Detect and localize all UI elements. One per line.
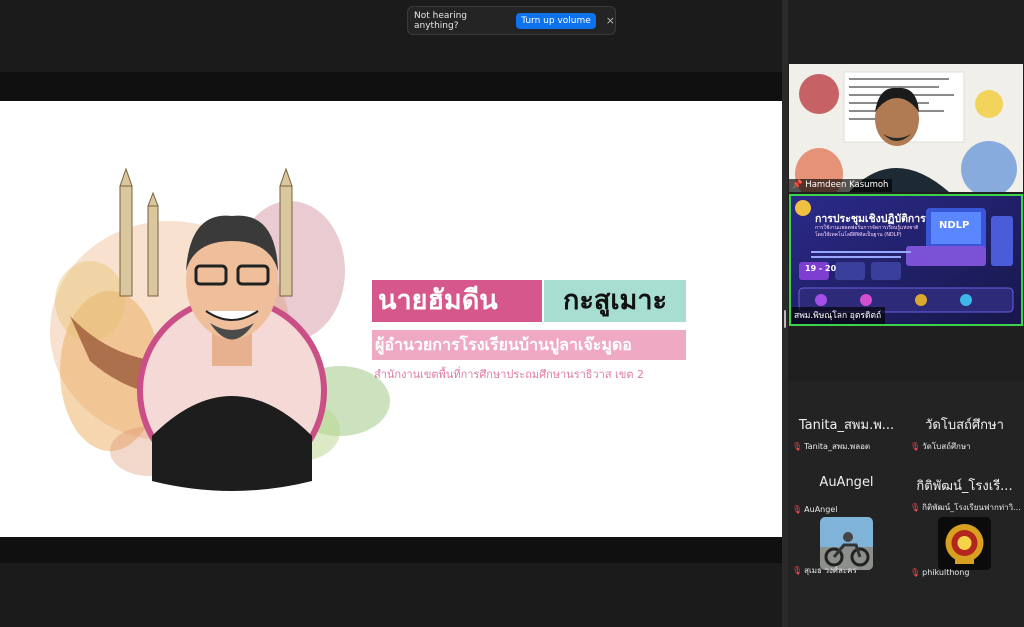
participant-label: 🎙 วัดโบสถ์ศึกษา <box>910 440 971 453</box>
participant-name: สุเมธ วงศ์ละคร <box>804 566 857 575</box>
participant-name: phikulthong <box>922 568 970 577</box>
school-emblem-icon <box>938 517 991 570</box>
splitter-grip[interactable] <box>784 310 786 328</box>
participant-tile[interactable]: 🎙 สุเมธ วงศ์ละคร <box>788 517 905 577</box>
participant-name-label: 📌 Hamdeen Kasumoh <box>789 179 893 192</box>
participant-name: AuAngel <box>804 505 838 514</box>
participant-display-name: วัดโบสถ์ศึกษา <box>925 418 1004 433</box>
participant-name: Hamdeen Kasumoh <box>805 180 889 190</box>
participant-display-name: Tanita_สพม.พ... <box>798 418 895 433</box>
poster-date: 19 - 20 <box>805 264 837 273</box>
mic-muted-icon: 🎙 <box>792 442 803 451</box>
poster-badge: NDLP <box>939 220 970 231</box>
participant-display-name: AuAngel <box>819 475 874 490</box>
participant-name: Tanita_สพม.พลอต <box>804 442 871 451</box>
participant-tile[interactable]: AuAngel 🎙 AuAngel <box>788 454 905 514</box>
audio-notice: Not hearing anything? Turn up volume × <box>407 6 616 35</box>
share-letterbox-top <box>0 72 782 101</box>
participant-tile[interactable]: วัดโบสถ์ศึกษา 🎙 วัดโบสถ์ศึกษา <box>906 393 1023 453</box>
mic-muted-icon: 🎙 <box>910 442 921 451</box>
mic-muted-icon: 🎙 <box>792 505 803 514</box>
participant-display-name: กิติพัฒน์_โรงเรี... <box>916 479 1013 494</box>
participant-tile[interactable]: 🎙 phikulthong <box>906 517 1023 577</box>
camera-feed <box>789 64 1023 192</box>
participant-label: 🎙 AuAngel <box>792 505 837 514</box>
participant-name: สพม.พิษณุโลก อุตรดิตถ์ <box>794 311 882 321</box>
participant-name-label: สพม.พิษณุโลก อุตรดิตถ์ <box>791 307 886 324</box>
shared-screen: นายฮัมดีน กะสูเมาะ ผู้อำนวยการโรงเรียนบ้… <box>0 0 782 627</box>
video-panel: 📌 Hamdeen Kasumoh การประชุมเชิงปฏิบัติกา… <box>788 0 1024 627</box>
participant-tile[interactable]: กิติพัฒน์_โรงเรี... 🎙 กิติพัฒน์_โรงเรียนฟ… <box>906 454 1023 514</box>
video-tile-hamdeen[interactable]: 📌 Hamdeen Kasumoh <box>789 64 1023 192</box>
mic-muted-icon: 🎙 <box>792 566 803 575</box>
office-name: สำนักงานเขตพื้นที่การศึกษาประถมศึกษานราธ… <box>374 368 644 381</box>
close-icon[interactable]: × <box>606 14 615 27</box>
participant-label: 🎙 Tanita_สพม.พลอต <box>792 440 870 453</box>
share-letterbox-bottom <box>0 537 782 563</box>
participant-name: วัดโบสถ์ศึกษา <box>922 442 971 451</box>
participant-label: 🎙 phikulthong <box>910 568 969 577</box>
participant-name: กิติพัฒน์_โรงเรียนฟากท่าวิ... <box>922 503 1021 512</box>
pin-icon: 📌 <box>792 180 803 190</box>
poster-subtitle: การใช้งานแพลตฟอร์มการจัดการเรียนรู้แห่งช… <box>815 225 919 238</box>
last-name: กะสูเมาะ <box>544 280 686 322</box>
participant-label: 🎙 สุเมธ วงศ์ละคร <box>792 564 857 577</box>
presentation-slide: นายฮัมดีน กะสูเมาะ ผู้อำนวยการโรงเรียนบ้… <box>0 101 782 537</box>
participant-photo <box>820 517 873 570</box>
participant-label: 🎙 กิติพัฒน์_โรงเรียนฟากท่าวิ... <box>910 501 1021 514</box>
turn-up-volume-button[interactable]: Turn up volume <box>516 12 596 29</box>
audio-notice-message: Not hearing anything? <box>414 10 468 31</box>
participant-gallery: Tanita_สพม.พ... 🎙 Tanita_สพม.พลอต วัดโบสถ… <box>788 381 1024 627</box>
participant-tile[interactable]: Tanita_สพม.พ... 🎙 Tanita_สพม.พลอต <box>788 393 905 453</box>
mic-muted-icon: 🎙 <box>910 568 921 577</box>
first-name: นายฮัมดีน <box>372 280 542 322</box>
video-tile-active-speaker[interactable]: การประชุมเชิงปฏิบัติการ การใช้งานแพลตฟอร… <box>789 194 1023 326</box>
mic-muted-icon: 🎙 <box>910 503 921 512</box>
position-title: ผู้อำนวยการโรงเรียนบ้านปูลาเจ๊ะมูดอ <box>372 330 686 360</box>
